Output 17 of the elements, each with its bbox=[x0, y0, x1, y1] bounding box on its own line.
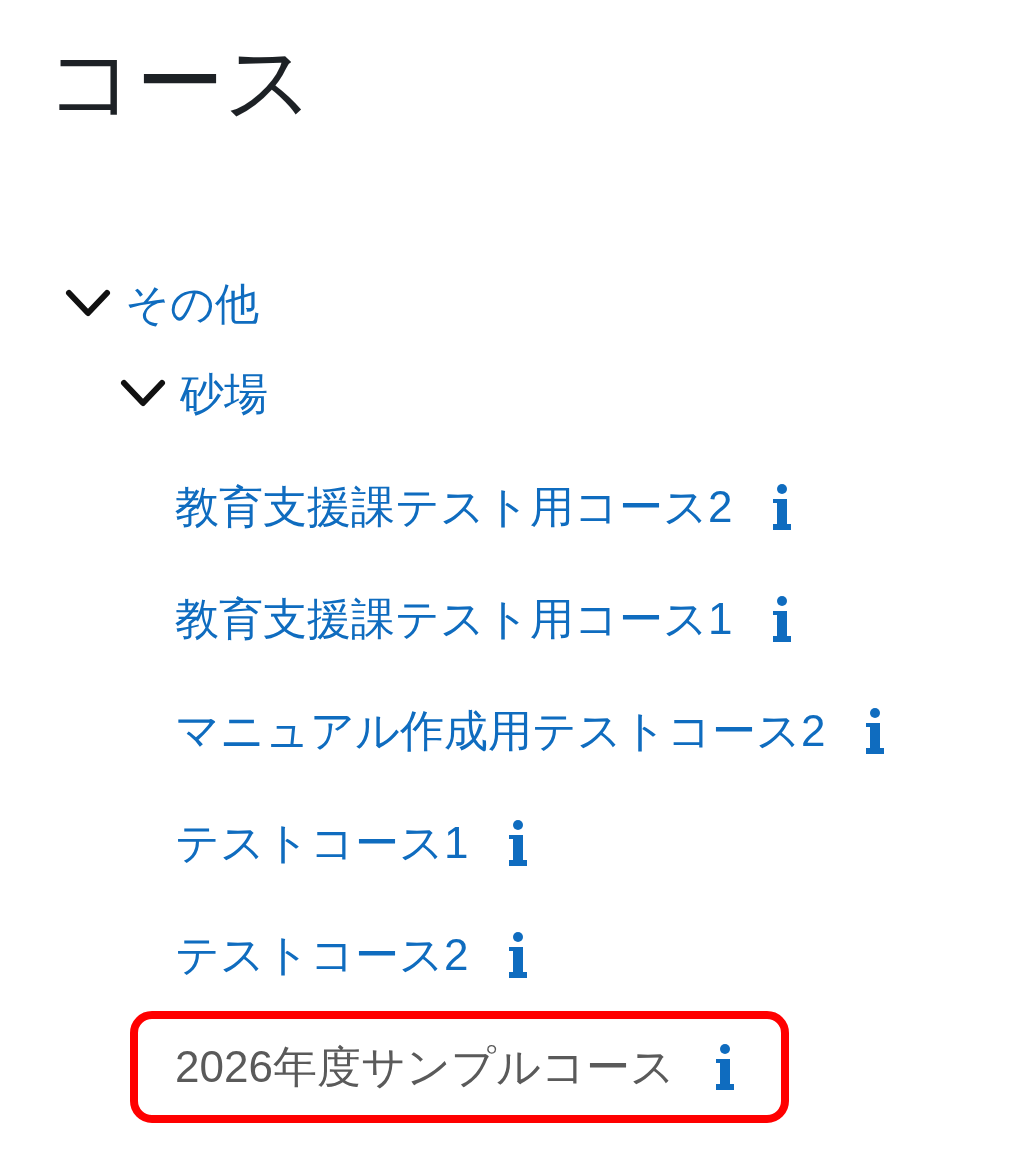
info-icon[interactable] bbox=[865, 708, 886, 754]
info-icon[interactable] bbox=[772, 484, 793, 530]
page-title: コース bbox=[46, 38, 314, 126]
info-icon[interactable] bbox=[772, 596, 793, 642]
info-icon[interactable] bbox=[508, 932, 529, 978]
category-link[interactable]: その他 bbox=[125, 282, 259, 326]
course-link[interactable]: テストコース1 bbox=[175, 821, 469, 865]
chevron-down-icon[interactable] bbox=[65, 289, 111, 319]
course-link[interactable]: 教育支援課テスト用コース2 bbox=[175, 485, 733, 529]
info-icon[interactable] bbox=[508, 820, 529, 866]
course-link[interactable]: マニュアル作成用テストコース2 bbox=[175, 709, 826, 753]
course-link[interactable]: 教育支援課テスト用コース1 bbox=[175, 597, 733, 641]
info-icon[interactable] bbox=[714, 1044, 735, 1090]
chevron-down-icon[interactable] bbox=[120, 379, 166, 409]
course-link[interactable]: 2026年度サンプルコース bbox=[175, 1045, 675, 1089]
course-link[interactable]: テストコース2 bbox=[175, 933, 469, 977]
category-link[interactable]: 砂場 bbox=[180, 372, 268, 416]
